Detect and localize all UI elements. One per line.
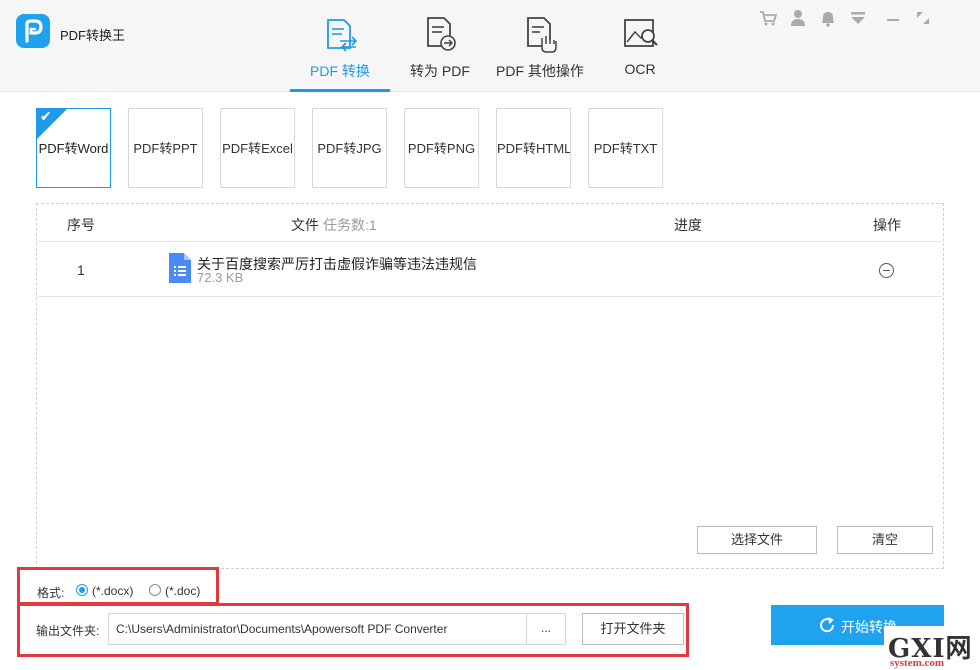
output-folder-label: 输出文件夹: — [36, 624, 100, 638]
type-card-label: PDF转Word — [38, 141, 109, 156]
bell-icon[interactable] — [818, 8, 838, 28]
type-card-pdf-to-html[interactable]: PDF转HTML — [496, 108, 571, 188]
output-path-field[interactable]: C:\Users\Administrator\Documents\Apowers… — [108, 613, 566, 645]
list-header: 序号 文件 任务数:1 进度 操作 — [37, 204, 943, 242]
active-tab-indicator — [290, 89, 390, 92]
format-label: 格式: — [37, 586, 65, 600]
pdf-tools-icon — [527, 17, 557, 53]
ocr-icon — [624, 19, 658, 47]
clear-button[interactable]: 清空 — [837, 526, 933, 554]
tab-ocr[interactable]: OCR — [600, 0, 680, 92]
type-card-label: PDF转Excel — [222, 141, 293, 156]
tab-label: 转为 PDF — [410, 63, 470, 79]
browse-button[interactable]: ... — [527, 614, 565, 644]
type-card-label: PDF转TXT — [593, 141, 658, 156]
type-card-label: PDF转JPG — [317, 141, 382, 156]
to-pdf-icon — [427, 17, 456, 51]
remove-file-icon[interactable] — [879, 263, 894, 278]
tab-to-pdf[interactable]: 转为 PDF — [400, 0, 480, 92]
table-row[interactable]: 1 关于百度搜索严厉打击虚假诈骗等违法违规信 72.3 KB — [37, 243, 943, 297]
tab-pdf-convert[interactable]: PDF 转换 — [290, 0, 390, 92]
header-progress: 进度 — [674, 217, 702, 233]
type-card-pdf-to-word[interactable]: ✔ PDF转Word — [36, 108, 111, 188]
header-file: 文件 — [291, 217, 319, 233]
watermark-subtext: system.com — [890, 657, 945, 669]
header-action: 操作 — [873, 217, 901, 233]
format-doc-radio[interactable] — [149, 584, 161, 596]
window-controls — [758, 8, 948, 28]
checkmark-icon: ✔ — [40, 108, 52, 124]
task-count: 任务数:1 — [323, 217, 377, 233]
file-list[interactable]: 序号 文件 任务数:1 进度 操作 1 关于百度搜索严厉打击虚假诈骗等违法违规信… — [36, 203, 944, 569]
word-document-icon — [169, 253, 191, 283]
app-title: PDF转换王 — [60, 28, 126, 43]
app-logo-icon — [16, 14, 50, 48]
restore-icon[interactable] — [913, 8, 933, 28]
site-watermark: GXI网 system.com — [884, 626, 980, 670]
title-bar: PDF转换王 PDF 转换 转为 PDF PDF 其他操作 OCR — [0, 0, 980, 92]
format-docx-label[interactable]: (*.docx) — [92, 584, 133, 598]
select-file-button[interactable]: 选择文件 — [697, 526, 817, 554]
type-card-pdf-to-txt[interactable]: PDF转TXT — [588, 108, 663, 188]
file-size: 72.3 KB — [197, 270, 244, 285]
cart-icon[interactable] — [758, 8, 778, 28]
type-card-pdf-to-png[interactable]: PDF转PNG — [404, 108, 479, 188]
type-card-pdf-to-jpg[interactable]: PDF转JPG — [312, 108, 387, 188]
row-index: 1 — [77, 262, 85, 278]
type-card-pdf-to-excel[interactable]: PDF转Excel — [220, 108, 295, 188]
pdf-convert-icon — [327, 19, 358, 52]
type-card-pdf-to-ppt[interactable]: PDF转PPT — [128, 108, 203, 188]
type-card-label: PDF转PNG — [407, 141, 476, 156]
tab-label: OCR — [624, 61, 656, 77]
type-card-label: PDF转PPT — [133, 141, 198, 156]
type-card-label: PDF转HTML — [497, 141, 571, 156]
user-icon[interactable] — [788, 8, 808, 28]
header-index: 序号 — [67, 217, 95, 233]
format-doc-label[interactable]: (*.doc) — [165, 584, 200, 598]
refresh-icon — [820, 617, 835, 633]
tab-label: PDF 其他操作 — [496, 63, 584, 79]
open-folder-button[interactable]: 打开文件夹 — [582, 613, 684, 645]
minimize-icon[interactable] — [883, 8, 903, 28]
tab-label: PDF 转换 — [310, 63, 370, 79]
menu-dropdown-icon[interactable] — [848, 8, 868, 28]
format-docx-radio[interactable] — [76, 584, 88, 596]
tab-pdf-tools[interactable]: PDF 其他操作 — [490, 0, 590, 92]
